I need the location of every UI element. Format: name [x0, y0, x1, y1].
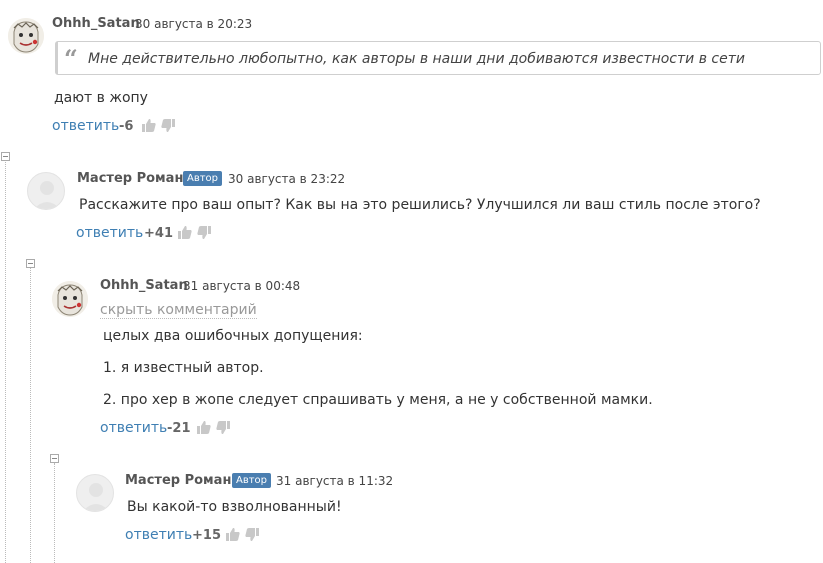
collapse-icon[interactable]: [1, 152, 10, 161]
comment-text: Вы какой-то взволнованный!: [127, 499, 342, 515]
avatar[interactable]: [52, 281, 88, 317]
comment-date[interactable]: 31 августа в 00:48: [183, 279, 300, 293]
comment-author[interactable]: Ohhh_Satan: [52, 16, 140, 31]
thumbs-down-icon[interactable]: [245, 528, 259, 541]
reply-button[interactable]: ответить: [76, 225, 143, 241]
thread-line: [5, 162, 6, 563]
comment-date[interactable]: 30 августа в 20:23: [135, 17, 252, 31]
comment-text: 1. я известный автор.: [103, 360, 264, 376]
thread-line: [54, 463, 55, 563]
comment-score: +41: [144, 226, 173, 241]
comment-score: +15: [192, 528, 221, 543]
comment-date[interactable]: 30 августа в 23:22: [228, 172, 345, 186]
quote-icon: “: [64, 44, 78, 73]
comment-score: -6: [119, 119, 134, 134]
author-badge: Автор: [232, 473, 272, 488]
comment-author[interactable]: Мастер Романов: [125, 473, 249, 488]
thumbs-up-icon[interactable]: [197, 421, 211, 434]
reply-button[interactable]: ответить: [100, 420, 167, 436]
comment-author[interactable]: Ohhh_Satan: [100, 278, 188, 293]
collapse-icon[interactable]: [26, 259, 35, 268]
avatar[interactable]: [8, 18, 44, 54]
thumbs-down-icon[interactable]: [197, 226, 211, 239]
thumbs-up-icon[interactable]: [178, 226, 192, 239]
hide-comment-link[interactable]: скрыть комментарий: [100, 302, 257, 319]
author-badge: Автор: [183, 171, 223, 186]
quote-block: “ Мне действительно любопытно, как автор…: [55, 41, 821, 75]
thumbs-down-icon[interactable]: [161, 119, 175, 132]
comment-text: целых два ошибочных допущения:: [103, 328, 363, 344]
thread-line: [30, 268, 31, 563]
comment-text: дают в жопу: [54, 90, 148, 106]
comment-score: -21: [167, 421, 191, 436]
comment-text: Расскажите про ваш опыт? Как вы на это р…: [79, 197, 761, 213]
avatar[interactable]: [76, 474, 114, 512]
reply-button[interactable]: ответить: [125, 527, 192, 543]
comment-text: 2. про хер в жопе следует спрашивать у м…: [103, 392, 653, 408]
avatar[interactable]: [27, 172, 65, 210]
comment-date[interactable]: 31 августа в 11:32: [276, 474, 393, 488]
thumbs-down-icon[interactable]: [216, 421, 230, 434]
collapse-icon[interactable]: [50, 454, 59, 463]
quote-text: Мне действительно любопытно, как авторы …: [88, 51, 745, 67]
thumbs-up-icon[interactable]: [226, 528, 240, 541]
thumbs-up-icon[interactable]: [142, 119, 156, 132]
reply-button[interactable]: ответить: [52, 118, 119, 134]
